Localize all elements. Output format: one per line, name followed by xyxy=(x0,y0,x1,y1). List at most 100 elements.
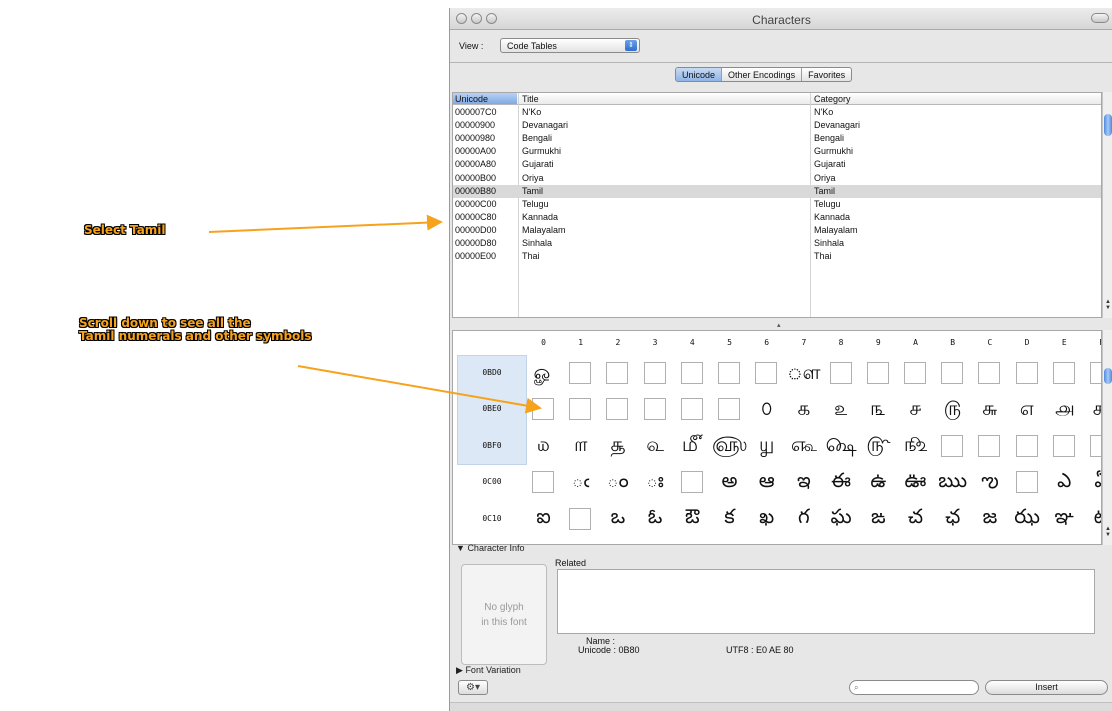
glyph-cell[interactable]: ௯ xyxy=(1083,391,1101,427)
glyph-cell[interactable]: అ xyxy=(711,464,748,500)
glyph-cell[interactable]: ௶ xyxy=(748,428,785,464)
empty-glyph-cell[interactable] xyxy=(904,362,926,384)
glyph-cell[interactable]: ఎ xyxy=(1046,464,1083,500)
tab-favorites[interactable]: Favorites xyxy=(802,68,851,81)
column-header-title[interactable]: Title xyxy=(522,94,539,104)
glyph-cell[interactable]: ௪ xyxy=(897,391,934,427)
grid-scrollbar[interactable]: ▲ ▼ xyxy=(1102,330,1112,545)
table-row[interactable]: 00000E00 Thai Thai xyxy=(453,250,1101,263)
glyph-cell[interactable]: క xyxy=(711,501,748,537)
glyph-cell[interactable]: ௳ xyxy=(637,428,674,464)
table-row[interactable]: 00000B80 Tamil Tamil xyxy=(453,184,1101,198)
glyph-cell[interactable]: ௭ xyxy=(1009,391,1046,427)
table-row[interactable]: 00000C80 Kannada Kannada xyxy=(453,211,1101,224)
glyph-cell[interactable]: ௸ xyxy=(823,428,860,464)
glyph-cell[interactable]: ఞ xyxy=(1046,501,1083,537)
glyph-cell[interactable]: ௷ xyxy=(785,428,822,464)
font-variation-toggle[interactable]: ▶ Font Variation xyxy=(456,665,521,676)
glyph-cell[interactable]: ఇ xyxy=(785,464,822,500)
glyph-cell[interactable]: ௐ xyxy=(525,355,562,391)
glyph-cell[interactable]: ఈ xyxy=(823,464,860,500)
empty-glyph-cell[interactable] xyxy=(1015,434,1038,457)
scroll-arrows-icon[interactable]: ▲ ▼ xyxy=(1105,299,1111,311)
glyph-cell[interactable]: ఓ xyxy=(637,501,674,537)
glyph-cell[interactable]: ௩ xyxy=(860,391,897,427)
character-info-toggle[interactable]: ▼ Character Info xyxy=(456,543,524,553)
empty-glyph-cell[interactable] xyxy=(680,362,703,384)
scroll-arrows-icon[interactable]: ▲ ▼ xyxy=(1105,526,1111,538)
glyph-cell[interactable]: ఖ xyxy=(748,501,785,537)
empty-glyph-cell[interactable] xyxy=(718,398,740,421)
empty-glyph-cell[interactable] xyxy=(1015,471,1038,494)
grid-scroll-thumb[interactable] xyxy=(1104,368,1112,384)
table-row[interactable]: 00000A80 Gujarati Gujarati xyxy=(453,158,1101,171)
glyph-cell[interactable]: ఆ xyxy=(748,464,785,500)
glyph-cell[interactable]: ௬ xyxy=(971,391,1008,427)
glyph-cell[interactable]: ௲ xyxy=(599,428,636,464)
table-row[interactable]: 00000B00 Oriya Oriya xyxy=(453,172,1101,185)
table-row[interactable]: 00000900 Devanagari Devanagari xyxy=(453,119,1101,132)
glyph-cell[interactable]: ఏ xyxy=(1083,464,1101,500)
table-row[interactable]: 00000A00 Gurmukhi Gurmukhi xyxy=(453,145,1101,158)
glyph-cell[interactable]: ௰ xyxy=(525,428,562,464)
glyph-cell[interactable]: ఉ xyxy=(860,464,897,500)
empty-glyph-cell[interactable] xyxy=(643,398,666,421)
empty-glyph-cell[interactable] xyxy=(1015,362,1038,384)
glyph-cell[interactable]: ః xyxy=(637,464,674,500)
empty-glyph-cell[interactable] xyxy=(1090,434,1101,457)
glyph-cell[interactable]: ఊ xyxy=(897,464,934,500)
table-row[interactable]: 000007C0 N'Ko N'Ko xyxy=(453,106,1101,119)
toolbar-toggle-button[interactable] xyxy=(1091,13,1109,23)
table-scrollbar[interactable]: ▲ ▼ xyxy=(1102,92,1112,318)
view-select[interactable]: Code Tables ⇕ xyxy=(500,38,640,53)
empty-glyph-cell[interactable] xyxy=(1090,362,1101,384)
tab-unicode[interactable]: Unicode xyxy=(676,68,723,81)
insert-button[interactable]: Insert xyxy=(985,680,1108,695)
table-row[interactable]: 00000C00 Telugu Telugu xyxy=(453,198,1101,211)
empty-glyph-cell[interactable] xyxy=(569,362,592,384)
empty-glyph-cell[interactable] xyxy=(718,362,740,384)
splitter-grip-icon[interactable]: ▴ xyxy=(777,321,781,329)
empty-glyph-cell[interactable] xyxy=(606,398,629,421)
glyph-cell[interactable]: ఒ xyxy=(599,501,636,537)
empty-glyph-cell[interactable] xyxy=(941,362,964,384)
empty-glyph-cell[interactable] xyxy=(755,362,778,384)
empty-glyph-cell[interactable] xyxy=(866,362,889,384)
split-view-divider[interactable]: ▴ xyxy=(450,320,1112,329)
glyph-cell[interactable]: గ xyxy=(785,501,822,537)
empty-glyph-cell[interactable] xyxy=(569,507,592,530)
table-scroll-thumb[interactable] xyxy=(1104,114,1112,136)
search-input[interactable]: ⌕ xyxy=(849,680,979,695)
glyph-cell[interactable]: ௵ xyxy=(711,428,748,464)
empty-glyph-cell[interactable] xyxy=(532,471,554,494)
empty-glyph-cell[interactable] xyxy=(941,434,964,457)
empty-glyph-cell[interactable] xyxy=(606,362,629,384)
glyph-cell[interactable]: ௧ xyxy=(785,391,822,427)
glyph-cell[interactable]: ௮ xyxy=(1046,391,1083,427)
empty-glyph-cell[interactable] xyxy=(978,434,1001,457)
column-header-unicode[interactable]: Unicode xyxy=(453,93,517,104)
empty-glyph-cell[interactable] xyxy=(680,398,703,421)
column-header-category[interactable]: Category xyxy=(814,94,851,104)
glyph-cell[interactable]: చ xyxy=(897,501,934,537)
glyph-cell[interactable]: జ xyxy=(971,501,1008,537)
empty-glyph-cell[interactable] xyxy=(532,398,554,421)
glyph-cell[interactable]: ఌ xyxy=(971,464,1008,500)
glyph-cell[interactable]: ఁ xyxy=(562,464,599,500)
glyph-cell[interactable]: ௹ xyxy=(860,428,897,464)
glyph-cell[interactable]: ఋ xyxy=(934,464,971,500)
empty-glyph-cell[interactable] xyxy=(1052,362,1075,384)
glyph-cell[interactable]: ௨ xyxy=(823,391,860,427)
glyph-cell[interactable]: ௴ xyxy=(674,428,711,464)
tab-other-encodings[interactable]: Other Encodings xyxy=(722,68,803,81)
glyph-cell[interactable]: ௫ xyxy=(934,391,971,427)
table-row[interactable]: 00000D00 Malayalam Malayalam xyxy=(453,224,1101,237)
table-row[interactable]: 00000D80 Sinhala Sinhala xyxy=(453,237,1101,250)
glyph-cell[interactable]: ௺ xyxy=(897,428,934,464)
empty-glyph-cell[interactable] xyxy=(829,362,852,384)
table-row[interactable]: 00000980 Bengali Bengali xyxy=(453,132,1101,145)
empty-glyph-cell[interactable] xyxy=(643,362,666,384)
action-menu-button[interactable]: ⚙▾ xyxy=(458,680,488,695)
empty-glyph-cell[interactable] xyxy=(569,398,592,421)
glyph-cell[interactable]: ఙ xyxy=(860,501,897,537)
